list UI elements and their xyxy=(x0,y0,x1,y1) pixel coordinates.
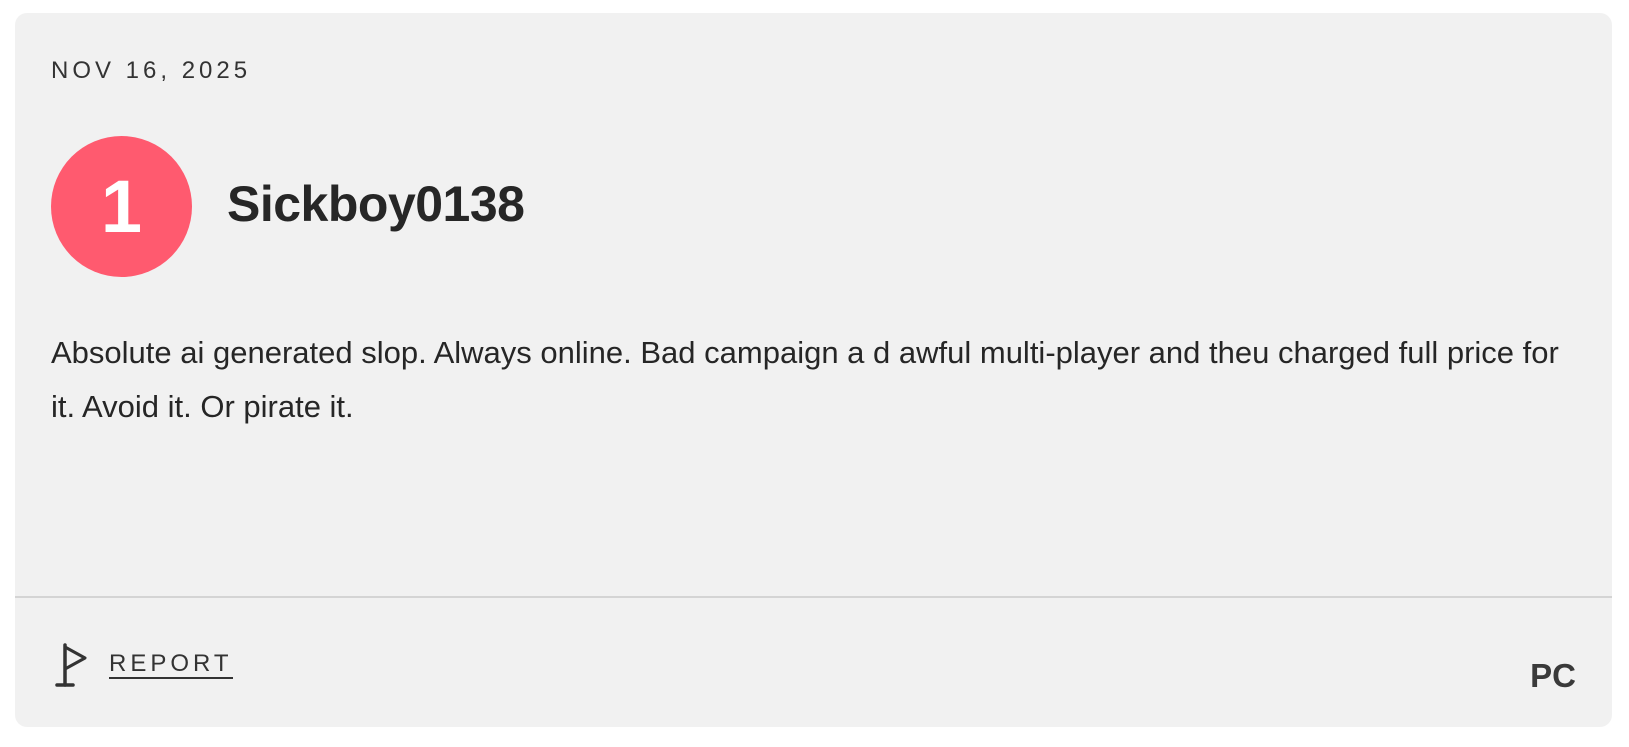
footer-divider xyxy=(15,596,1612,598)
review-date: NOV 16, 2025 xyxy=(51,57,252,84)
review-card: NOV 16, 2025 1 Sickboy0138 Absolute ai g… xyxy=(15,13,1612,727)
score-value: 1 xyxy=(100,164,143,248)
platform-label: PC xyxy=(1530,657,1576,694)
review-body: Absolute ai generated slop. Always onlin… xyxy=(51,335,1559,424)
report-label: REPORT xyxy=(109,649,233,679)
score-badge: 1 xyxy=(51,136,192,277)
report-button[interactable]: REPORT xyxy=(55,641,233,689)
flag-icon xyxy=(55,641,89,689)
reviewer-username: Sickboy0138 xyxy=(227,176,525,232)
